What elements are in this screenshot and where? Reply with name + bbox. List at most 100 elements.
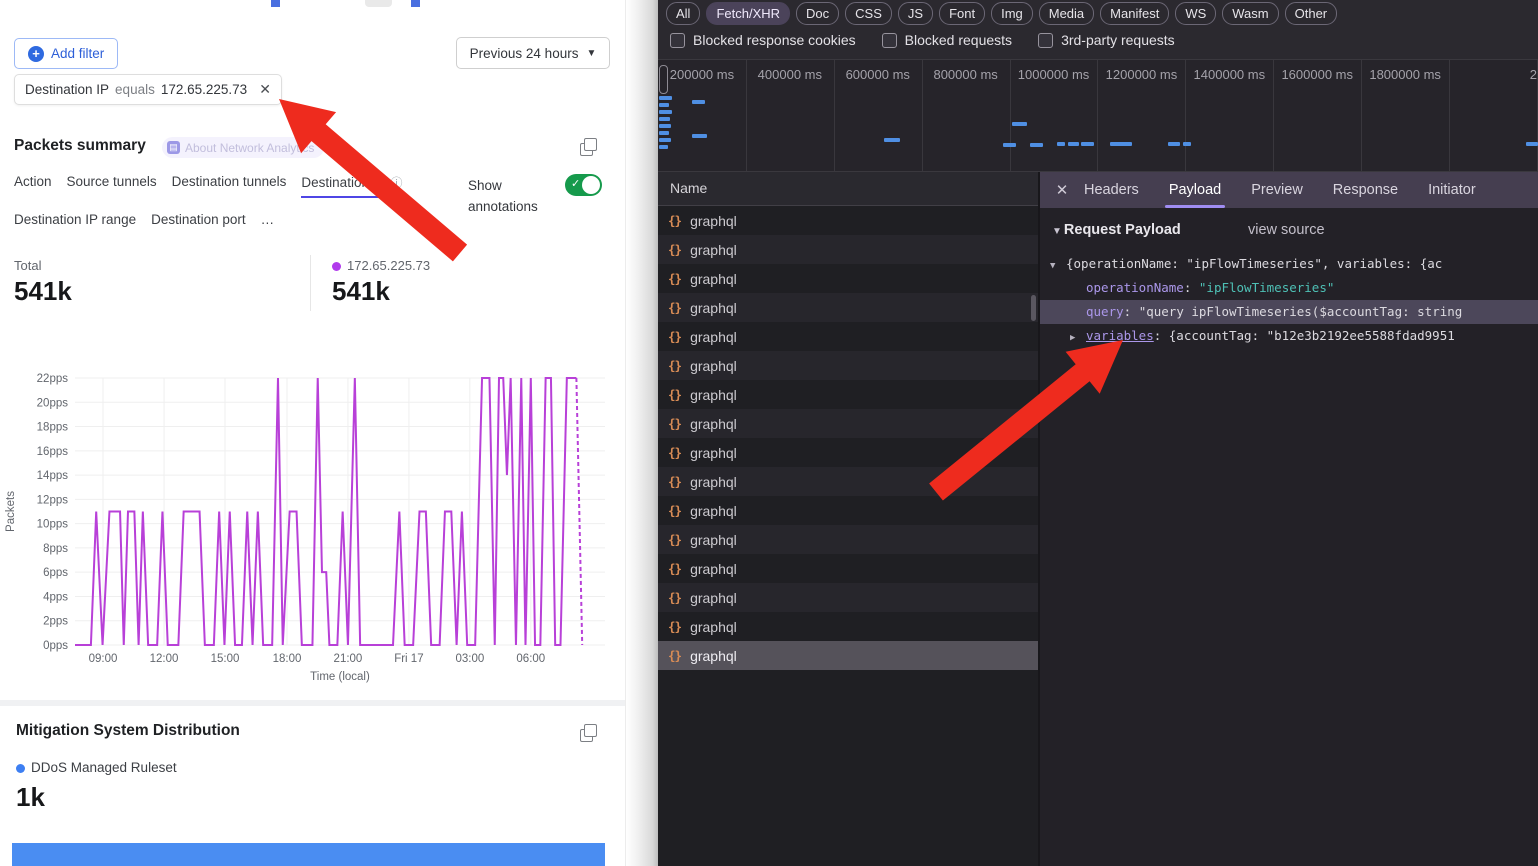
filter-pill-doc[interactable]: Doc <box>796 2 839 25</box>
clipped-pill <box>365 0 392 7</box>
tab-destination-ip-range[interactable]: Destination IP range <box>14 212 136 232</box>
tab-source-tunnels[interactable]: Source tunnels <box>67 174 157 198</box>
view-source-link[interactable]: view source <box>1248 222 1325 238</box>
request-name: graphql <box>690 445 737 461</box>
filter-pill-other[interactable]: Other <box>1285 2 1338 25</box>
stat-dot-destination-ip <box>332 262 341 271</box>
filter-pill-manifest[interactable]: Manifest <box>1100 2 1169 25</box>
request-marker <box>1168 142 1180 146</box>
filter-pill-wasm[interactable]: Wasm <box>1222 2 1278 25</box>
request-name: graphql <box>690 619 737 635</box>
request-rows: {}graphql{}graphql{}graphql{}graphql{}gr… <box>658 206 1038 670</box>
checkbox-icon[interactable] <box>670 33 685 48</box>
network-request-row[interactable]: {}graphql <box>658 235 1038 264</box>
network-request-row[interactable]: {}graphql <box>658 496 1038 525</box>
filter-pill-ws[interactable]: WS <box>1175 2 1216 25</box>
filter-pill-all[interactable]: All <box>666 2 700 25</box>
payload-line[interactable]: query: "query ipFlowTimeseries($accountT… <box>1040 300 1538 324</box>
network-request-row[interactable]: {}graphql <box>658 380 1038 409</box>
timeline-tick-label: 1600000 ms <box>1273 67 1361 82</box>
caret-right-icon[interactable]: ▶ <box>1070 326 1086 348</box>
network-request-row[interactable]: {}graphql <box>658 525 1038 554</box>
checkbox-blocked-requests[interactable]: Blocked requests <box>882 32 1012 48</box>
network-overview-timeline[interactable]: 2 200000 ms400000 ms600000 ms800000 ms10… <box>658 59 1538 172</box>
network-request-row[interactable]: {}graphql <box>658 409 1038 438</box>
show-annotations-toggle[interactable]: ✓ <box>565 174 602 196</box>
checkbox--rd-party-requests[interactable]: 3rd-party requests <box>1038 32 1175 48</box>
time-range-label: Previous 24 hours <box>470 46 579 61</box>
requests-scrollbar-thumb[interactable] <box>1031 295 1036 321</box>
payload-segment: : <box>1184 280 1199 295</box>
filter-pill-img[interactable]: Img <box>991 2 1033 25</box>
json-icon: {} <box>668 474 681 489</box>
request-marker <box>659 96 672 100</box>
request-detail-pane: ✕ Headers Payload Preview Response Initiator… <box>1038 172 1538 866</box>
json-icon: {} <box>668 648 681 663</box>
network-request-row[interactable]: {}graphql <box>658 293 1038 322</box>
network-request-row[interactable]: {}graphql <box>658 351 1038 380</box>
payload-line[interactable]: operationName: "ipFlowTimeseries" <box>1040 276 1538 300</box>
filter-pill-fetch-xhr[interactable]: Fetch/XHR <box>706 2 790 25</box>
network-request-row[interactable]: {}graphql <box>658 583 1038 612</box>
detail-tab-headers[interactable]: Headers <box>1084 172 1139 208</box>
network-request-row[interactable]: {}graphql <box>658 438 1038 467</box>
filter-chip[interactable]: Destination IP equals 172.65.225.73 ✕ <box>14 74 282 105</box>
filter-pill-font[interactable]: Font <box>939 2 985 25</box>
request-name: graphql <box>690 329 737 345</box>
tab-action[interactable]: Action <box>14 174 52 198</box>
tab-destination-tunnels[interactable]: Destination tunnels <box>172 174 287 198</box>
payload-segment: {operationName: "ipFlowTimeseries", vari… <box>1066 256 1442 271</box>
time-range-dropdown[interactable]: Previous 24 hours ▼ <box>456 37 610 69</box>
filter-pill-media[interactable]: Media <box>1039 2 1094 25</box>
payload-segment: : <box>1124 304 1139 319</box>
stat-divider <box>310 255 311 311</box>
svg-text:4pps: 4pps <box>43 591 68 603</box>
json-icon: {} <box>668 242 681 257</box>
name-column-header[interactable]: Name <box>658 172 1038 206</box>
detail-tab-initiator[interactable]: Initiator <box>1428 172 1476 208</box>
timeline-column <box>1449 60 1538 171</box>
network-request-row[interactable]: {}graphql <box>658 641 1038 670</box>
network-request-row[interactable]: {}graphql <box>658 206 1038 235</box>
tab-destination-port[interactable]: Destination port <box>151 212 246 232</box>
remove-filter-icon[interactable]: ✕ <box>259 81 271 98</box>
network-request-row[interactable]: {}graphql <box>658 612 1038 641</box>
request-marker <box>884 138 900 142</box>
json-icon: {} <box>668 561 681 576</box>
request-marker <box>692 100 705 104</box>
tab--[interactable]: … <box>261 212 275 232</box>
copy-panel-icon[interactable] <box>580 143 593 156</box>
network-request-row[interactable]: {}graphql <box>658 322 1038 351</box>
copy-mitigation-icon[interactable] <box>580 729 593 742</box>
payload-segment: "query ipFlowTimeseries($accountTag: str… <box>1139 304 1463 319</box>
network-request-row[interactable]: {}graphql <box>658 554 1038 583</box>
checkbox-icon[interactable] <box>1038 33 1053 48</box>
payload-line[interactable]: ▼{operationName: "ipFlowTimeseries", var… <box>1040 252 1538 276</box>
checkbox-icon[interactable] <box>882 33 897 48</box>
checkbox-label: Blocked requests <box>905 32 1012 48</box>
timeline-column: 1400000 ms <box>1185 60 1274 171</box>
add-filter-button[interactable]: + Add filter <box>14 38 118 69</box>
caret-down-icon[interactable]: ▼ <box>1050 254 1066 276</box>
json-icon: {} <box>668 271 681 286</box>
close-detail-icon[interactable]: ✕ <box>1040 181 1084 199</box>
payload-line[interactable]: ▶variables: {accountTag: "b12e3b2192ee55… <box>1040 324 1538 348</box>
tab-destination-ip[interactable]: Destination IPⓘ <box>301 174 402 198</box>
filter-pill-css[interactable]: CSS <box>845 2 892 25</box>
caret-down-icon[interactable]: ▼ <box>1052 226 1062 237</box>
history-icon[interactable]: ◷ <box>333 134 345 151</box>
about-network-analytics-badge[interactable]: ▤ About Network Analytics <box>162 137 324 158</box>
network-request-row[interactable]: {}graphql <box>658 264 1038 293</box>
network-request-row[interactable]: {}graphql <box>658 467 1038 496</box>
stat-destination-ip: 172.65.225.73 541k <box>332 258 430 307</box>
mitigation-title: Mitigation System Distribution <box>16 722 240 740</box>
timeline-column: 1600000 ms <box>1273 60 1362 171</box>
plus-icon: + <box>28 46 44 62</box>
stat-ip-label: 172.65.225.73 <box>347 258 430 273</box>
detail-tab-preview[interactable]: Preview <box>1251 172 1303 208</box>
filter-pill-js[interactable]: JS <box>898 2 933 25</box>
detail-tab-response[interactable]: Response <box>1333 172 1398 208</box>
detail-tab-payload[interactable]: Payload <box>1169 172 1221 208</box>
checkbox-blocked-response-cookies[interactable]: Blocked response cookies <box>670 32 856 48</box>
checkbox-label: Blocked response cookies <box>693 32 856 48</box>
